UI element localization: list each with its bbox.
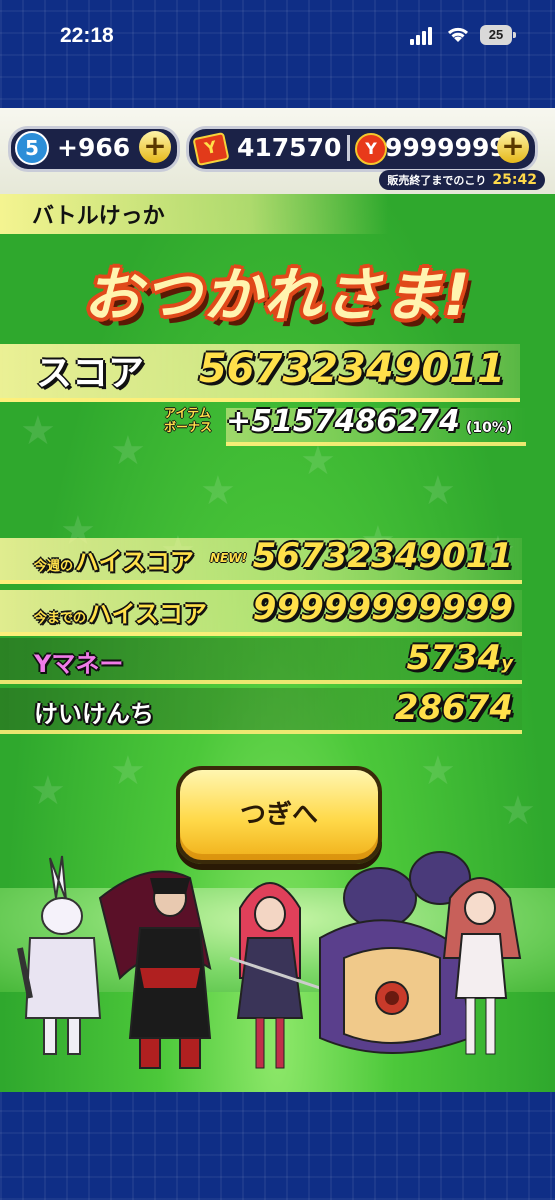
divider <box>347 135 350 161</box>
ymoney-unit: y <box>501 653 513 674</box>
ymoney-value: 5734y <box>407 638 513 678</box>
ymoney-amount: 5734 <box>406 638 502 678</box>
item-bonus-value: +5157486274 <box>226 404 460 439</box>
weekly-highscore-value: 56732349011 <box>252 536 513 576</box>
coin-add-button[interactable]: + <box>497 131 529 163</box>
score-label: スコア <box>36 353 145 394</box>
ticket-amount: 417570 <box>237 133 342 162</box>
bonus-label-line2: ボーナス <box>164 420 213 434</box>
crystal-amount: +966 <box>57 133 131 162</box>
status-bar: 22:18 25 <box>0 0 555 70</box>
alltime-highscore-value: 99999999999 <box>252 588 513 628</box>
result-header: バトルけっか <box>32 204 165 229</box>
currency-bar: 5 +966 + Y 417570 Y 9999999 + 販売終了までのこり 2… <box>0 108 555 194</box>
alltime-label-main: ハイスコア <box>88 600 207 628</box>
ymoney-coin-icon: Y <box>355 133 387 165</box>
exp-value: 28674 <box>394 688 513 728</box>
ticket-icon: Y <box>192 131 230 167</box>
signal-icon <box>410 27 434 45</box>
new-badge: NEW! <box>210 551 247 565</box>
alltime-label-small: 今までの <box>34 611 87 626</box>
result-title: おつかれさま! <box>83 261 472 329</box>
red-hair-girl-character <box>229 882 321 1069</box>
wifi-icon <box>447 27 469 42</box>
weekly-highscore-label: 今週のハイスコア <box>34 542 194 577</box>
alltime-highscore-label: 今までのハイスコア <box>34 594 207 629</box>
sale-label: 販売終了までのこり <box>387 174 487 187</box>
status-time: 22:18 <box>60 24 114 47</box>
bonus-label-line1: アイテム <box>164 406 211 420</box>
ymoney-label: Yマネー <box>34 650 124 678</box>
item-bonus-label: アイテム ボーナス <box>164 406 212 434</box>
sale-time: 25:42 <box>492 172 537 188</box>
score-value: 56732349011 <box>198 346 505 392</box>
battery-icon: 25 <box>480 25 516 45</box>
sale-timer: 販売終了までのこり 25:42 <box>379 170 545 190</box>
weekly-label-small: 今週の <box>34 559 74 574</box>
exp-label: けいけんち <box>34 700 154 728</box>
crystal-level-badge: 5 <box>15 131 49 165</box>
ticket-coin-counter: Y 417570 Y 9999999 + <box>186 126 538 172</box>
game-screen: ★ ★ ★ ★ ★ ★ ★ ★ ★ ★ ★ ★ ★ 5 +966 + Y 417… <box>0 108 555 1092</box>
weekly-label-main: ハイスコア <box>75 548 194 576</box>
white-rabbit-character <box>17 855 102 1055</box>
coin-amount: 9999999 <box>385 133 507 162</box>
dark-warrior-character <box>98 870 212 1069</box>
item-bonus-percent: (10%) <box>466 420 513 436</box>
crystal-counter: 5 +966 + <box>8 126 180 172</box>
crystal-add-button[interactable]: + <box>139 131 171 163</box>
character-lineup <box>17 851 522 1069</box>
